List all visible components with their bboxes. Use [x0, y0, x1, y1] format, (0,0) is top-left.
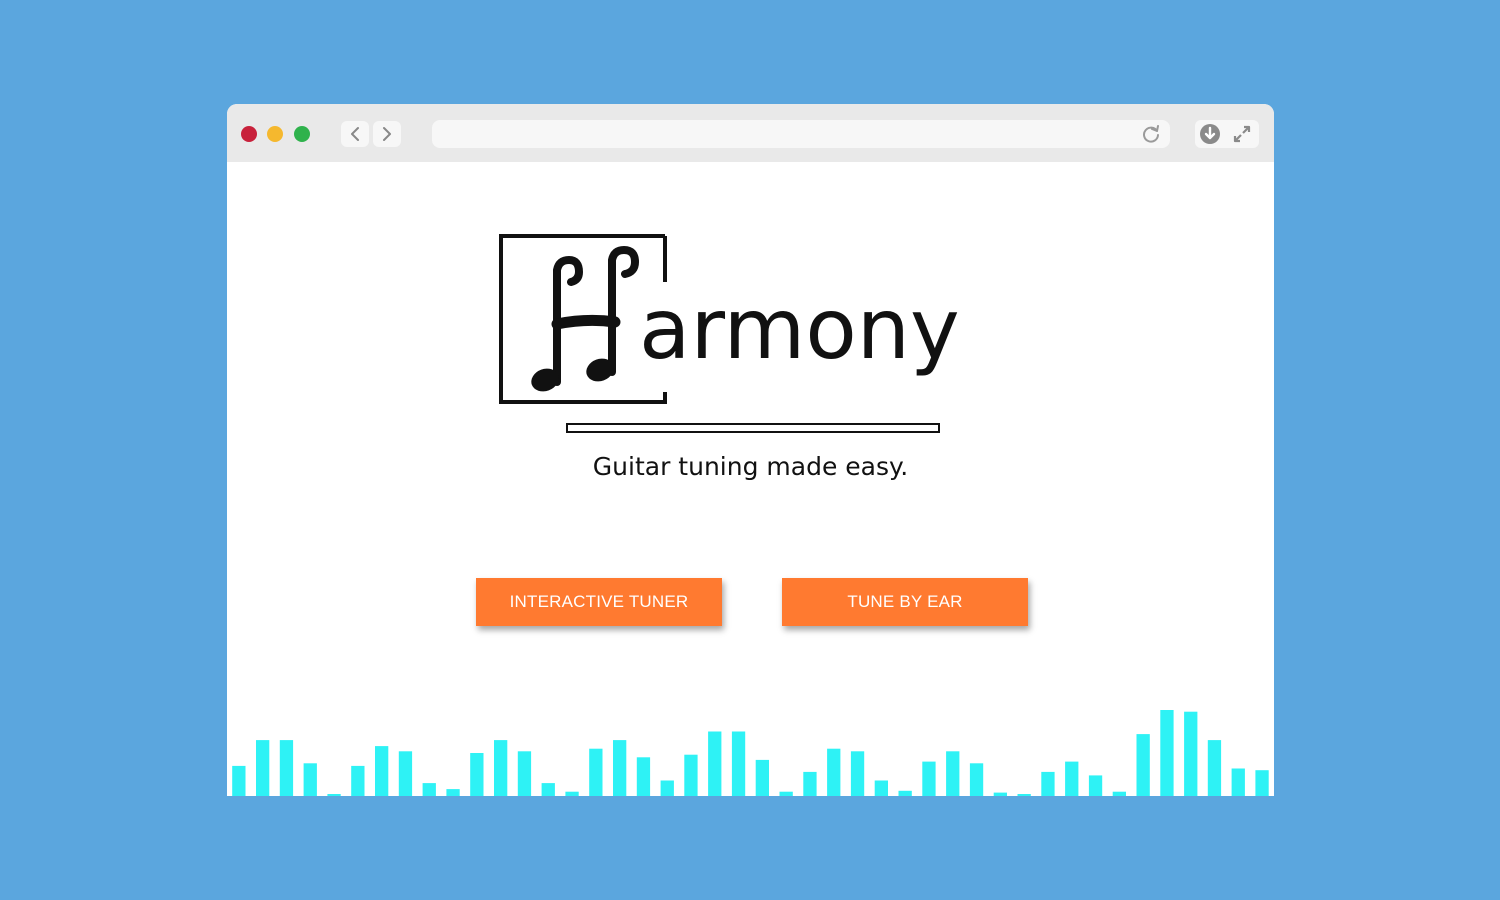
page-content: armony Guitar tuning made easy. INTERACT…: [227, 162, 1274, 796]
equalizer-bar: [946, 751, 960, 796]
equalizer-bar: [1065, 761, 1079, 796]
reload-icon: [1143, 125, 1159, 143]
equalizer-bar: [279, 740, 294, 796]
equalizer-bar: [731, 731, 746, 796]
equalizer-bar: [446, 789, 460, 796]
equalizer-bar: [660, 780, 674, 796]
equalizer-bar: [969, 763, 984, 796]
equalizer-bar: [755, 759, 769, 796]
audio-equalizer: [232, 710, 1269, 796]
equalizer-bar: [1255, 770, 1269, 796]
toolbar-actions: [1195, 120, 1259, 148]
equalizer-bar: [779, 791, 793, 796]
equalizer-bar: [1112, 791, 1126, 796]
download-icon: [1200, 124, 1220, 144]
reload-button[interactable]: [1140, 123, 1162, 145]
equalizer-bar: [1041, 771, 1055, 796]
equalizer-bar: [375, 746, 389, 796]
maximize-window-button[interactable]: [294, 126, 310, 142]
equalizer-bar: [327, 794, 341, 796]
title-underline: [566, 423, 940, 433]
chevron-right-icon: [383, 127, 391, 141]
equalizer-bar: [827, 748, 841, 796]
equalizer-bar: [803, 771, 817, 796]
fullscreen-icon: [1233, 125, 1251, 143]
equalizer-bar: [398, 751, 413, 796]
equalizer-bar: [993, 792, 1007, 796]
equalizer-bar: [1231, 768, 1245, 796]
equalizer-bar: [850, 751, 865, 796]
equalizer-bar: [874, 780, 888, 796]
equalizer-bar: [1017, 794, 1031, 796]
close-window-button[interactable]: [241, 126, 257, 142]
minimize-window-button[interactable]: [267, 126, 283, 142]
equalizer-bar: [613, 740, 627, 796]
tagline: Guitar tuning made easy.: [592, 452, 909, 481]
equalizer-bar: [517, 751, 532, 796]
equalizer-bar: [1136, 734, 1150, 796]
equalizer-bar: [422, 783, 436, 796]
equalizer-bar: [1160, 710, 1174, 796]
equalizer-bar: [541, 783, 555, 796]
download-button[interactable]: [1198, 123, 1222, 145]
equalizer-bar: [708, 731, 722, 796]
address-bar[interactable]: [432, 120, 1170, 148]
equalizer-bar: [470, 753, 484, 796]
tune-by-ear-button[interactable]: TUNE BY EAR: [782, 578, 1028, 626]
equalizer-bar: [636, 757, 651, 796]
equalizer-bar: [565, 791, 579, 796]
back-button[interactable]: [341, 121, 369, 147]
browser-window: armony Guitar tuning made easy. INTERACT…: [227, 104, 1274, 796]
chevron-left-icon: [351, 127, 359, 141]
equalizer-bar: [256, 740, 270, 796]
equalizer-bar: [351, 765, 365, 796]
equalizer-bar: [684, 754, 698, 796]
equalizer-bar: [898, 790, 912, 796]
equalizer-bar: [1184, 711, 1198, 796]
equalizer-bar: [589, 748, 603, 796]
fullscreen-button[interactable]: [1230, 123, 1254, 145]
equalizer-bar: [922, 761, 936, 796]
equalizer-bar: [1207, 740, 1222, 796]
equalizer-bar: [1088, 775, 1103, 796]
url-input[interactable]: [442, 123, 1126, 147]
equalizer-bar: [494, 740, 508, 796]
forward-button[interactable]: [373, 121, 401, 147]
interactive-tuner-button[interactable]: INTERACTIVE TUNER: [476, 578, 722, 626]
browser-toolbar: [227, 104, 1274, 162]
equalizer-bar: [303, 763, 317, 796]
equalizer-bar: [232, 765, 246, 796]
app-title: armony: [639, 280, 960, 378]
